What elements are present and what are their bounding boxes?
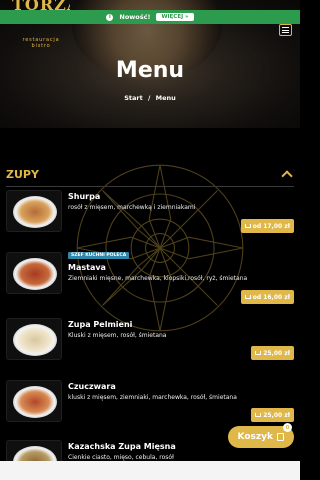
- menu-line-icon: [282, 27, 289, 28]
- dish-description: kluski z mięsem, ziemniaki, marchewka, r…: [68, 394, 237, 401]
- brand-tagline: restauracja bistro: [22, 37, 60, 49]
- page-title: Menu: [115, 58, 185, 83]
- add-to-cart-button[interactable]: od 17,00 zł: [240, 219, 294, 233]
- dish-description: Kluski z mięsem, rosół, śmietana: [68, 332, 167, 339]
- dish-name: Shurpa: [68, 192, 101, 201]
- mandala-ornament-icon: [76, 164, 244, 332]
- cart-label: Koszyk: [237, 432, 273, 442]
- cart-icon: [244, 295, 251, 299]
- add-to-cart-button[interactable]: 25,00 zł: [251, 346, 294, 360]
- cart-count-badge: 0: [283, 423, 292, 432]
- cart-icon: [255, 413, 262, 417]
- menu-item[interactable]: Zupa Pelmieni Kluski z mięsem, rosół, śm…: [6, 318, 294, 364]
- dish-description: rosół z mięsem, marchewką i ziemniakami: [68, 204, 196, 211]
- shopping-bag-icon: [277, 433, 284, 441]
- promo-text: Nowość!: [119, 13, 151, 21]
- chevron-up-icon[interactable]: [281, 170, 293, 182]
- dish-price: od 16,00 zł: [252, 293, 290, 301]
- chef-recommends-badge: SZEF KUCHNI POLECA: [68, 252, 130, 259]
- dish-name: Czuczwara: [68, 382, 116, 391]
- dish-description: Cienkie ciasto, mięso, cebula, rosół: [68, 454, 174, 461]
- info-icon: i: [106, 13, 114, 21]
- dish-name: Zupa Pelmieni: [68, 320, 133, 329]
- dish-description: Ziemniaki mięsne, marchewka, klopsiki,ro…: [68, 275, 248, 282]
- dish-thumbnail[interactable]: [6, 318, 62, 360]
- add-to-cart-button[interactable]: od 16,00 zł: [240, 290, 294, 304]
- menu-line-icon: [282, 32, 289, 33]
- menu-item[interactable]: SZEF KUCHNI POLECA Mastava Ziemniaki mię…: [6, 252, 294, 304]
- menu-line-icon: [282, 29, 289, 31]
- dish-price: 25,00 zł: [263, 411, 290, 419]
- dish-name: Mastava: [68, 263, 106, 272]
- dish-thumbnail[interactable]: [6, 380, 62, 422]
- section-title: ZUPY: [6, 167, 39, 181]
- menu-item[interactable]: Czuczwara kluski z mięsem, ziemniaki, ma…: [6, 380, 294, 426]
- browser-bottom-bar: [0, 461, 300, 480]
- dish-thumbnail[interactable]: [6, 190, 62, 232]
- dish-price: 25,00 zł: [263, 349, 290, 357]
- breadcrumb-current: Menu: [155, 94, 176, 102]
- promo-bar: i Nowość! WIĘCEJ »: [0, 10, 300, 24]
- cart-icon: [255, 351, 262, 355]
- add-to-cart-button[interactable]: 25,00 zł: [251, 408, 294, 422]
- promo-more-button[interactable]: WIĘCEJ »: [156, 13, 194, 21]
- hamburger-menu-button[interactable]: [279, 24, 292, 36]
- section-divider: [6, 186, 294, 187]
- breadcrumb: Start / Menu: [0, 94, 300, 102]
- brand-name: TORZA: [12, 0, 70, 10]
- menu-item[interactable]: Shurpa rosół z mięsem, marchewką i ziemn…: [6, 190, 294, 240]
- dish-price: od 17,00 zł: [252, 222, 290, 230]
- section-header-zupy[interactable]: ZUPY: [6, 166, 294, 182]
- cart-icon: [244, 224, 251, 228]
- cart-button[interactable]: Koszyk 0: [227, 423, 294, 448]
- breadcrumb-start-link[interactable]: Start: [124, 94, 143, 102]
- dish-name: Kazachska Zupa Mięsna: [68, 442, 176, 451]
- breadcrumb-separator: /: [147, 94, 151, 102]
- dish-thumbnail[interactable]: [6, 252, 62, 294]
